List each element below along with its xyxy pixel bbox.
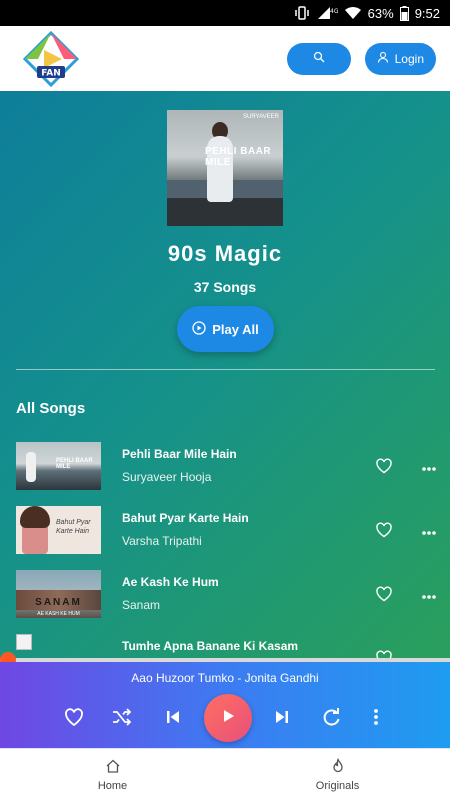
battery-icon	[399, 5, 409, 21]
home-icon	[106, 759, 119, 773]
wifi-icon	[344, 6, 362, 20]
clock: 9:52	[414, 5, 440, 21]
heart-icon[interactable]	[63, 706, 85, 728]
song-row[interactable]: Bahut Pyar Karte Hain Bahut Pyar Karte H…	[0, 503, 450, 567]
playlist-cover: SURYAVEER PEHLI BAAR MILE	[167, 110, 283, 226]
nav-home-label: Home	[97, 780, 128, 792]
svg-text:4G: 4G	[330, 8, 338, 15]
play-button[interactable]	[204, 694, 252, 742]
song-row[interactable]: PEHLI BAAR MILE Pehli Baar Mile Hain Sur…	[0, 439, 450, 503]
more-icon[interactable]	[420, 461, 438, 471]
song-artist: Sanam	[122, 598, 161, 612]
flame-icon	[332, 758, 343, 773]
broken-image-icon	[16, 634, 32, 650]
more-vertical-icon[interactable]	[365, 706, 387, 728]
song-title: Ae Kash Ke Hum	[122, 575, 219, 589]
song-thumbnail	[16, 634, 101, 658]
login-label: Login	[394, 51, 424, 66]
mini-player: Aao Huzoor Tumko - Jonita Gandhi	[0, 662, 450, 748]
more-icon[interactable]	[420, 589, 438, 599]
status-bar: 4G 63% 9:52	[0, 0, 450, 26]
playlist-song-count: 37 Songs	[193, 279, 257, 295]
playlist-title: 90s Magic	[167, 241, 283, 266]
heart-icon[interactable]	[375, 649, 393, 658]
song-title: Bahut Pyar Karte Hain	[122, 511, 249, 525]
song-row[interactable]: SANAM AE KASH KE HUM Ae Kash Ke Hum Sana…	[0, 567, 450, 631]
section-title: All Songs	[16, 400, 86, 417]
now-playing-title: Aao Huzoor Tumko - Jonita Gandhi	[131, 671, 319, 685]
svg-text:FAN: FAN	[41, 68, 61, 78]
heart-icon[interactable]	[375, 457, 393, 475]
song-row[interactable]: Tumhe Apna Banane Ki Kasam	[0, 631, 450, 658]
heart-icon[interactable]	[375, 521, 393, 539]
previous-icon[interactable]	[162, 706, 184, 728]
song-title: Tumhe Apna Banane Ki Kasam	[122, 639, 299, 653]
play-icon	[219, 707, 237, 730]
song-list: PEHLI BAAR MILE Pehli Baar Mile Hain Sur…	[0, 439, 450, 658]
play-circle-icon	[192, 320, 206, 338]
nav-originals[interactable]: Originals	[225, 749, 450, 800]
song-artist: Suryaveer Hooja	[122, 470, 212, 484]
song-title: Pehli Baar Mile Hain	[122, 447, 237, 461]
nav-home[interactable]: Home	[0, 749, 225, 800]
song-thumbnail: PEHLI BAAR MILE	[16, 442, 101, 490]
login-button[interactable]: Login	[364, 42, 436, 75]
repeat-icon[interactable]	[320, 706, 342, 728]
battery-percent: 63%	[367, 5, 394, 21]
play-all-label: Play All	[212, 321, 259, 337]
search-icon	[313, 50, 325, 68]
player-controls	[0, 694, 450, 742]
play-all-button[interactable]: Play All	[177, 306, 274, 352]
song-thumbnail: SANAM AE KASH KE HUM	[16, 570, 101, 618]
bottom-nav: Home Originals	[0, 748, 450, 800]
heart-icon[interactable]	[375, 585, 393, 603]
next-icon[interactable]	[271, 706, 293, 728]
fan-logo[interactable]: FAN	[22, 30, 80, 88]
song-thumbnail: Bahut Pyar Karte Hain	[16, 506, 101, 554]
shuffle-icon[interactable]	[110, 706, 132, 728]
song-artist: Varsha Tripathi	[122, 534, 202, 548]
search-button[interactable]	[286, 42, 351, 75]
more-icon[interactable]	[420, 525, 438, 535]
playlist-panel: SURYAVEER PEHLI BAAR MILE 90s Magic 37 S…	[0, 91, 450, 658]
nav-originals-label: Originals	[315, 780, 360, 792]
vibrate-icon	[294, 6, 310, 20]
user-icon	[377, 51, 389, 66]
divider	[16, 369, 435, 370]
signal-icon: 4G	[316, 6, 338, 20]
app-header: FAN Login	[0, 26, 450, 91]
